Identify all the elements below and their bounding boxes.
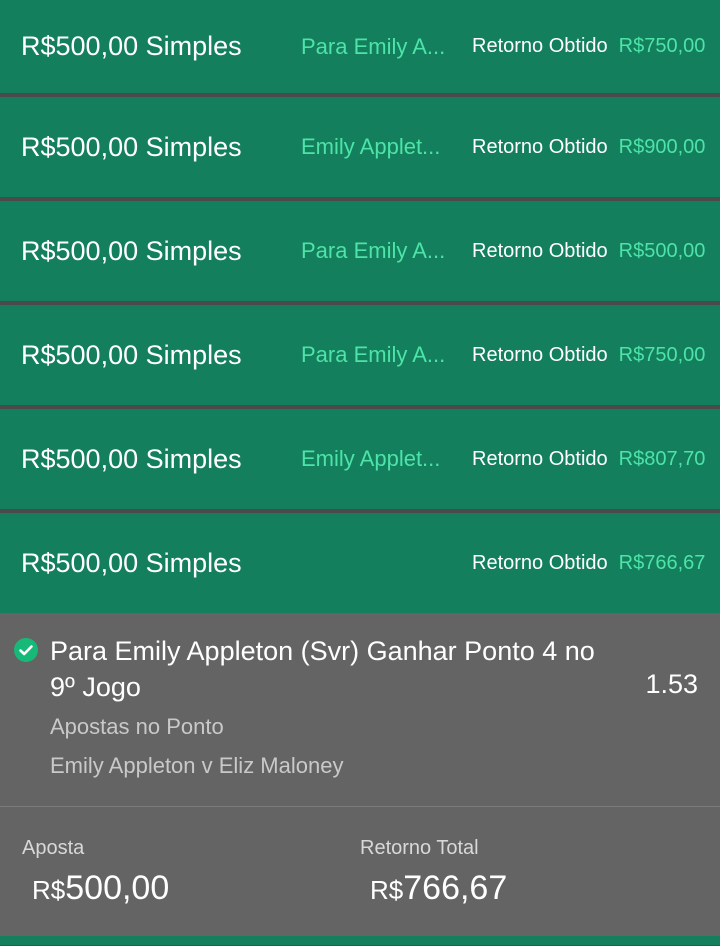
return-label: Retorno Obtido bbox=[472, 551, 608, 574]
return-value: R$500,00 bbox=[618, 239, 706, 262]
total-return-label: Retorno Total bbox=[360, 837, 479, 859]
bet-selection: Para Emily A... bbox=[301, 33, 446, 59]
return-value: R$766,67 bbox=[618, 551, 706, 574]
bet-selection: Emily Applet... bbox=[301, 446, 441, 471]
market-name: Apostas no Ponto bbox=[50, 714, 224, 739]
bet-row[interactable]: R$500,00 Simples Para Emily A... Retorno… bbox=[0, 0, 720, 93]
next-bet-row-edge bbox=[0, 936, 720, 945]
bet-selection: Para Emily A... bbox=[301, 342, 446, 367]
bet-title: R$500,00 Simples bbox=[21, 31, 242, 61]
return-value: R$750,00 bbox=[618, 35, 706, 57]
event-name: Emily Appleton v Eliz Maloney bbox=[50, 753, 344, 778]
odds-value: 1.53 bbox=[645, 669, 698, 699]
bet-summary: Aposta R$500,00 Retorno Total R$766,67 bbox=[0, 807, 720, 936]
total-currency: R$ bbox=[370, 875, 404, 905]
bet-row-expanded[interactable]: R$500,00 Simples Retorno Obtido R$766,67 bbox=[0, 513, 720, 613]
total-return-value: R$766,67 bbox=[370, 869, 507, 908]
return-value: R$900,00 bbox=[618, 135, 706, 158]
return-label: Retorno Obtido bbox=[472, 343, 608, 366]
bet-title: R$500,00 Simples bbox=[21, 235, 242, 266]
check-circle-icon bbox=[14, 638, 38, 667]
stake-value: R$500,00 bbox=[32, 869, 169, 908]
bet-title: R$500,00 Simples bbox=[21, 339, 242, 370]
return-label: Retorno Obtido bbox=[472, 135, 608, 158]
selection-title: Para Emily Appleton (Svr) Ganhar Ponto 4… bbox=[50, 636, 595, 702]
return-value: R$807,70 bbox=[618, 447, 706, 470]
return-label: Retorno Obtido bbox=[472, 35, 608, 57]
return-label: Retorno Obtido bbox=[472, 239, 608, 262]
bet-selection: Para Emily A... bbox=[301, 238, 446, 263]
bet-title: R$500,00 Simples bbox=[21, 131, 242, 162]
return-value: R$750,00 bbox=[618, 343, 706, 366]
bet-row[interactable]: R$500,00 Simples Emily Applet... Retorno… bbox=[0, 409, 720, 509]
bet-title: R$500,00 Simples bbox=[21, 443, 242, 474]
bet-row[interactable]: R$500,00 Simples Para Emily A... Retorno… bbox=[0, 201, 720, 301]
bet-title: R$500,00 Simples bbox=[21, 547, 242, 578]
stake-label: Aposta bbox=[22, 837, 85, 859]
bet-selection: Emily Applet... bbox=[301, 134, 441, 159]
stake-amount: 500,00 bbox=[65, 869, 170, 907]
bet-row[interactable]: R$500,00 Simples Para Emily A... Retorno… bbox=[0, 305, 720, 405]
stake-currency: R$ bbox=[32, 875, 66, 905]
bet-list: R$500,00 Simples Para Emily A... Retorno… bbox=[0, 0, 720, 613]
return-label: Retorno Obtido bbox=[472, 447, 608, 470]
total-amount: 766,67 bbox=[403, 869, 508, 907]
bet-row[interactable]: R$500,00 Simples Emily Applet... Retorno… bbox=[0, 97, 720, 197]
bet-detail-panel: Para Emily Appleton (Svr) Ganhar Ponto 4… bbox=[0, 613, 720, 807]
